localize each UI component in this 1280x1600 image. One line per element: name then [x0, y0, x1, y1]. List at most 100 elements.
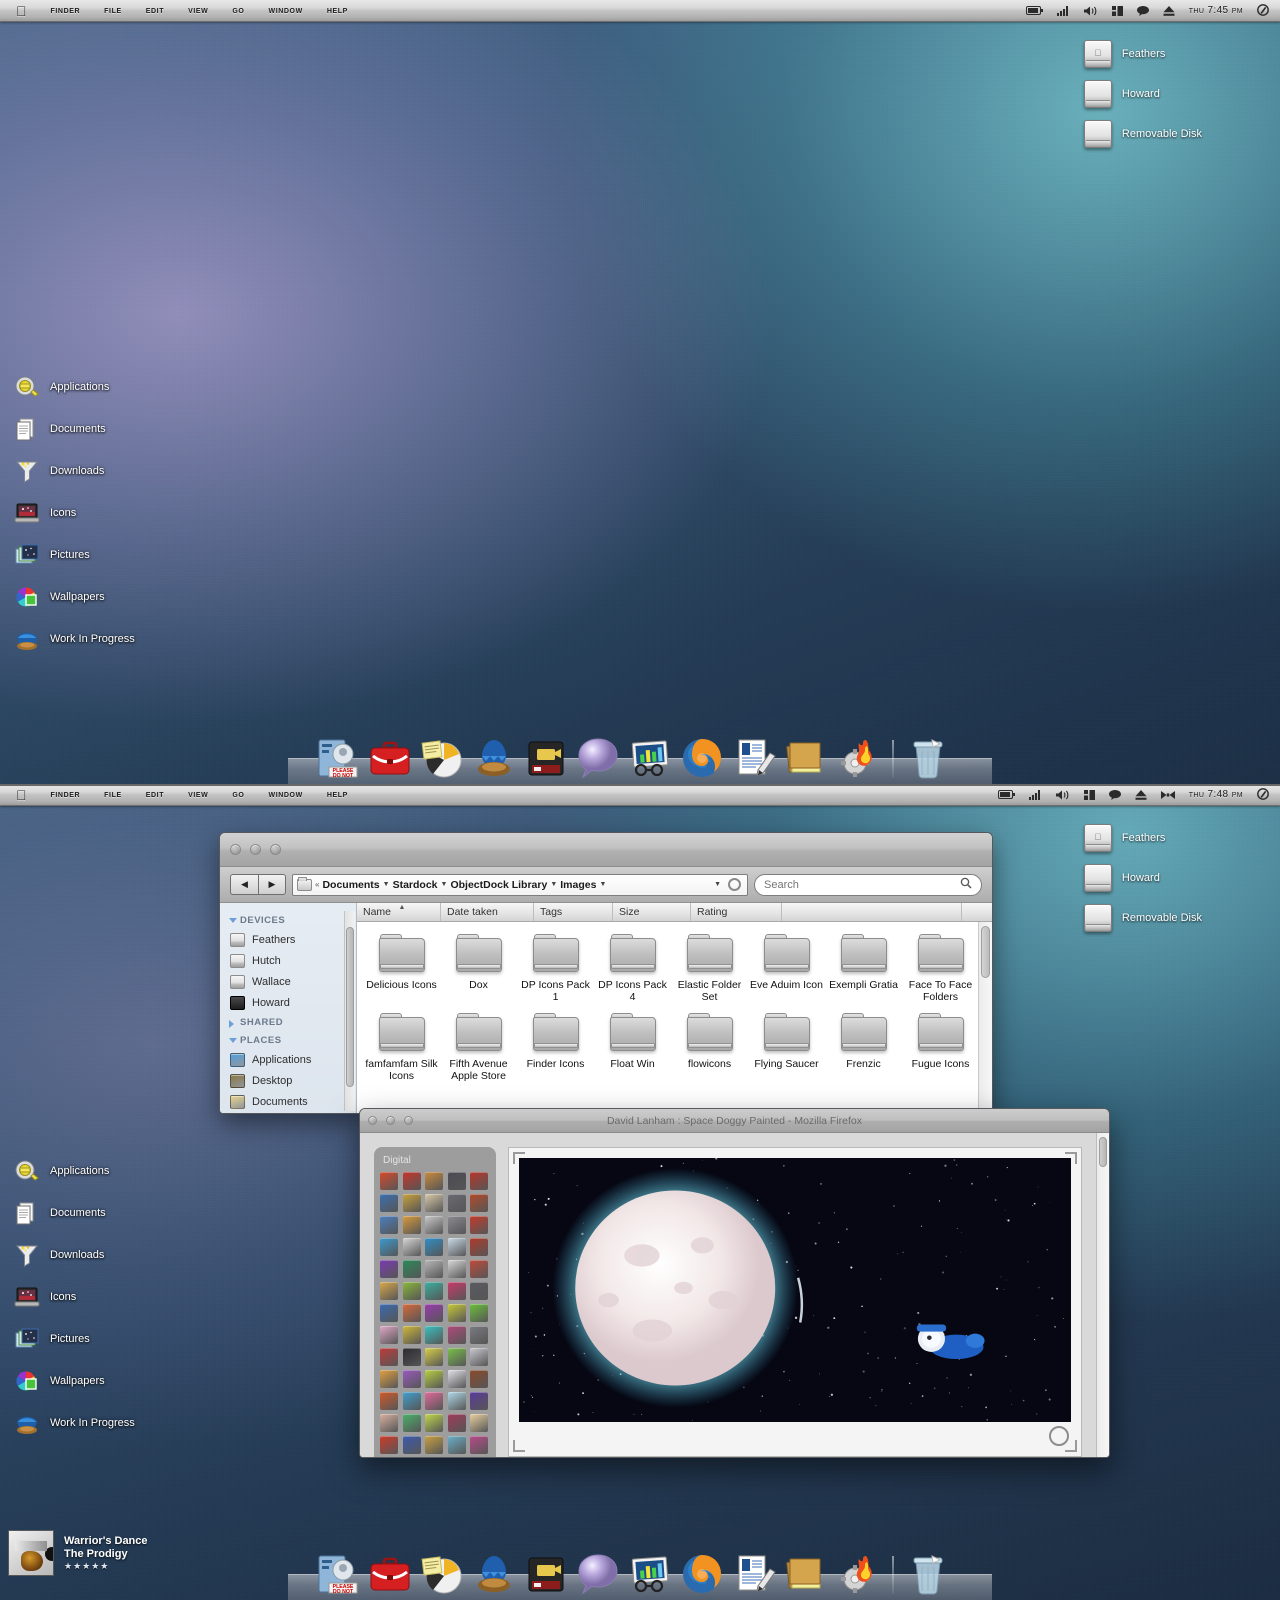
- menu-item-help[interactable]: Help: [315, 5, 360, 16]
- sidebar-section-shared[interactable]: SHARED: [220, 1013, 356, 1031]
- spotlight-icon[interactable]: [1257, 4, 1270, 17]
- desktop-icon-applications[interactable]: Applications: [14, 374, 204, 400]
- menu-item-window[interactable]: Window: [256, 789, 314, 800]
- palette-icon-cell[interactable]: [403, 1216, 421, 1234]
- track-rating[interactable]: ★★★★★: [64, 1561, 148, 1572]
- volume-icon[interactable]: [1084, 6, 1098, 16]
- palette-icon-cell[interactable]: [470, 1348, 488, 1366]
- dock-item-burn-flame[interactable]: [836, 1552, 880, 1596]
- path-dropdown-icon[interactable]: ▼: [714, 881, 721, 888]
- folder-item[interactable]: Eve Aduim Icon: [748, 934, 825, 1003]
- chevron-right-icon[interactable]: [229, 1020, 234, 1028]
- palette-icon-cell[interactable]: [403, 1436, 421, 1454]
- sidebar-section-devices[interactable]: DEVICES: [220, 911, 356, 929]
- palette-icon-cell[interactable]: [380, 1260, 398, 1278]
- folder-item[interactable]: Fifth Avenue Apple Store: [440, 1013, 517, 1082]
- folder-item[interactable]: Float Win: [594, 1013, 671, 1082]
- folder-item[interactable]: Flying Saucer: [748, 1013, 825, 1082]
- dock-item-firefox[interactable]: [680, 1552, 724, 1596]
- desktop-icon-documents[interactable]: Documents: [14, 416, 204, 442]
- palette-icon-cell[interactable]: [380, 1304, 398, 1322]
- menu-item-file[interactable]: File: [92, 5, 134, 16]
- palette-icon-cell[interactable]: [403, 1238, 421, 1256]
- palette-icon-cell[interactable]: [470, 1194, 488, 1212]
- sidebar-item-feathers[interactable]: Feathers: [220, 929, 356, 950]
- breadcrumb-images[interactable]: Images: [560, 879, 596, 891]
- palette-icon-cell[interactable]: [403, 1304, 421, 1322]
- menu-bar-top[interactable]:  Finder File Edit View Go Window Help T…: [0, 0, 1280, 22]
- desktop-icon-icons[interactable]: Icons: [14, 500, 204, 526]
- finder-title-bar[interactable]: [220, 833, 992, 867]
- dock-item-red-briefcase[interactable]: [368, 736, 412, 780]
- dock-items-top[interactable]: PLEASE DO NOT: [310, 736, 970, 784]
- menu-item-view[interactable]: View: [176, 789, 220, 800]
- palette-icon-cell[interactable]: [470, 1370, 488, 1388]
- palette-icon-cell[interactable]: [470, 1172, 488, 1190]
- menu-bar-clock[interactable]: Thu 7:45 PM: [1189, 5, 1243, 16]
- menu-item-edit[interactable]: Edit: [134, 5, 176, 16]
- folder-item[interactable]: Face To Face Folders: [902, 934, 979, 1003]
- artwork-stage[interactable]: [508, 1147, 1082, 1457]
- sidebar-item-howard[interactable]: Howard: [220, 992, 356, 1013]
- desktop-icon-work-in-progress[interactable]: Work In Progress: [14, 626, 204, 652]
- drive-howard[interactable]: Howard: [1084, 80, 1202, 108]
- zoom-button[interactable]: [270, 844, 281, 855]
- breadcrumb-stardock[interactable]: Stardock: [393, 879, 438, 891]
- chevron-down-icon[interactable]: ▼: [441, 881, 448, 888]
- sidebar-item-wallace[interactable]: Wallace: [220, 971, 356, 992]
- palette-icon-cell[interactable]: [380, 1194, 398, 1212]
- palette-icon-cell[interactable]: [425, 1304, 443, 1322]
- column-header-date-taken[interactable]: Date taken: [441, 903, 534, 921]
- chevron-down-icon[interactable]: ▼: [383, 881, 390, 888]
- search-field[interactable]: [754, 874, 982, 896]
- palette-icon-cell[interactable]: [470, 1304, 488, 1322]
- palette-icon-cell[interactable]: [380, 1370, 398, 1388]
- dock-item-purple-orb[interactable]: [576, 1552, 620, 1596]
- palette-icon-cell[interactable]: [425, 1238, 443, 1256]
- palette-icon-cell[interactable]: [380, 1216, 398, 1234]
- palette-icon-cell[interactable]: [448, 1216, 466, 1234]
- palette-icon-cell[interactable]: [425, 1194, 443, 1212]
- palette-icon-cell[interactable]: [425, 1216, 443, 1234]
- palette-icon-cell[interactable]: [403, 1414, 421, 1432]
- signal-bars-icon[interactable]: [1057, 6, 1070, 16]
- column-header-rating[interactable]: Rating: [691, 903, 782, 921]
- folder-item[interactable]: Delicious Icons: [363, 934, 440, 1003]
- palette-icon-cell[interactable]: [403, 1348, 421, 1366]
- palette-icon-cell[interactable]: [448, 1304, 466, 1322]
- palette-icon-cell[interactable]: [448, 1260, 466, 1278]
- menu-item-finder[interactable]: Finder: [39, 5, 93, 16]
- widget-icon[interactable]: [1084, 790, 1095, 800]
- chat-bubble-icon[interactable]: [1109, 790, 1121, 800]
- drive-feathers[interactable]:  Feathers: [1084, 40, 1202, 68]
- dock-item-sticky-pie[interactable]: [420, 736, 464, 780]
- finder-window[interactable]: ◀ ▶ « Documents ▼ Stardock ▼ ObjectDock …: [219, 832, 993, 1114]
- dock-item-text-edit[interactable]: [732, 1552, 776, 1596]
- scrollbar-thumb[interactable]: [981, 926, 990, 978]
- column-header-size[interactable]: Size: [613, 903, 691, 921]
- folder-item[interactable]: DP Icons Pack 4: [594, 934, 671, 1003]
- desktop-icon-icons[interactable]: Icons: [14, 1284, 204, 1310]
- window-controls[interactable]: [230, 844, 281, 855]
- dock-item-text-edit[interactable]: [732, 736, 776, 780]
- dock-item-do-not-disturb[interactable]: PLEASE DO NOT: [316, 1552, 360, 1596]
- palette-icon-cell[interactable]: [380, 1348, 398, 1366]
- palette-icon-cell[interactable]: [448, 1282, 466, 1300]
- chevron-down-icon[interactable]: [229, 918, 237, 923]
- menu-item-go[interactable]: Go: [220, 789, 256, 800]
- widget-icon[interactable]: [1112, 6, 1123, 16]
- column-header-name[interactable]: ▲ Name: [357, 903, 441, 921]
- dock-item-black-camera[interactable]: [524, 1552, 568, 1596]
- desktop-icon-documents[interactable]: Documents: [14, 1200, 204, 1226]
- menu-item-finder[interactable]: Finder: [39, 789, 93, 800]
- palette-icon-cell[interactable]: [470, 1436, 488, 1454]
- dock-top[interactable]: PLEASE DO NOT: [310, 736, 970, 784]
- palette-icon-cell[interactable]: [380, 1414, 398, 1432]
- palette-icon-cell[interactable]: [425, 1260, 443, 1278]
- sidebar-item-desktop[interactable]: Desktop: [220, 1070, 356, 1091]
- desktop-icon-wallpapers[interactable]: Wallpapers: [14, 1368, 204, 1394]
- menu-item-file[interactable]: File: [92, 789, 134, 800]
- column-header-tags[interactable]: Tags: [534, 903, 613, 921]
- palette-icon-cell[interactable]: [403, 1282, 421, 1300]
- palette-icon-cell[interactable]: [425, 1414, 443, 1432]
